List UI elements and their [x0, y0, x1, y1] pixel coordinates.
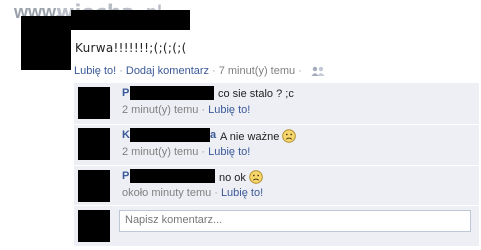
comment-author-name-redacted[interactable] — [130, 128, 210, 142]
comment-author-initial[interactable]: K — [122, 129, 130, 141]
comment-input[interactable]: Napisz komentarz... — [119, 210, 471, 232]
comment-divider — [74, 124, 479, 125]
sad-face-icon — [282, 129, 297, 143]
comment-author-name-tail[interactable]: a — [210, 129, 216, 141]
sad-face-icon — [249, 170, 263, 184]
comment-text: A nie ważne — [220, 131, 280, 143]
post-timestamp[interactable]: 7 minut(y) temu — [219, 65, 295, 77]
comment-text: co sie stalo ? ;c — [218, 88, 294, 100]
separator: · — [214, 187, 218, 199]
people-icon[interactable] — [311, 66, 325, 77]
post-actions: Lubię to! · Dodaj komentarz · 7 minut(y) tem… — [74, 65, 325, 77]
comment-timestamp[interactable]: 2 minut(y) temu — [122, 104, 198, 116]
comment-author-initial[interactable]: P — [122, 170, 129, 182]
comment-text: no ok — [219, 172, 246, 184]
comment-avatar-redacted[interactable] — [78, 170, 110, 202]
comment-meta: około minuty temu · Lubię to! — [122, 187, 263, 199]
comment-author-name-redacted[interactable] — [130, 86, 214, 100]
comment-meta: 2 minut(y) temu · Lubię to! — [122, 146, 250, 158]
separator: · — [201, 146, 206, 158]
comment-avatar-redacted[interactable] — [78, 87, 110, 119]
comment-meta: 2 minut(y) temu · Lubię to! — [122, 104, 250, 116]
comment-author-initial[interactable]: P — [122, 87, 129, 99]
post-author-avatar-redacted[interactable] — [21, 16, 71, 70]
comment-like-link[interactable]: Lubię to! — [208, 146, 250, 158]
post-add-comment-link[interactable]: Dodaj komentarz — [126, 65, 209, 77]
comment-author-name-redacted[interactable] — [130, 169, 215, 183]
comment-divider — [74, 205, 479, 206]
comment-avatar-redacted[interactable] — [78, 128, 110, 160]
separator: · — [119, 65, 123, 77]
separator: · — [212, 65, 216, 77]
comment-divider — [74, 165, 479, 166]
separator: · — [298, 65, 302, 77]
comment-timestamp[interactable]: około minuty temu — [122, 187, 211, 199]
separator: · — [201, 104, 206, 116]
comment-text-wrap: A nie ważne — [220, 129, 297, 143]
comment-timestamp[interactable]: 2 minut(y) temu — [122, 146, 198, 158]
current-user-avatar-redacted — [78, 210, 110, 242]
comment-like-link[interactable]: Lubię to! — [221, 187, 263, 199]
post-like-link[interactable]: Lubię to! — [74, 65, 116, 77]
comment-text-wrap: no ok — [219, 170, 263, 184]
post-author-name-redacted[interactable] — [71, 10, 190, 30]
post-text: Kurwa!!!!!!!;(;(;(;( — [75, 41, 187, 55]
comment-like-link[interactable]: Lubię to! — [208, 104, 250, 116]
